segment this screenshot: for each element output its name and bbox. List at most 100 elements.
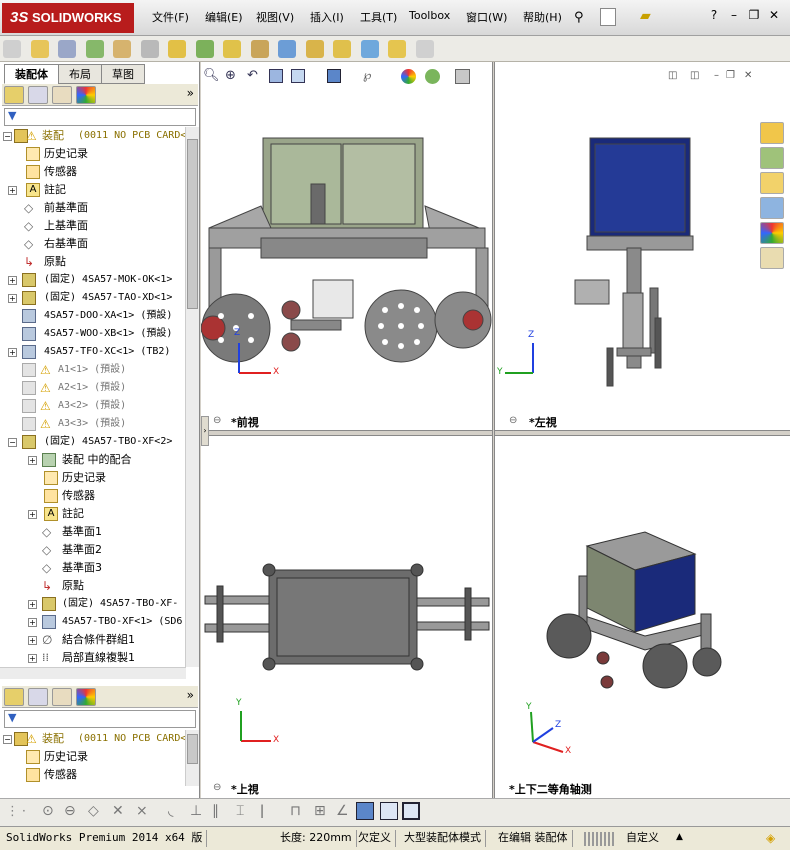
configuration-manager-icon[interactable]: [52, 86, 72, 104]
tree-item-annotations[interactable]: + A 註記: [0, 181, 186, 199]
appearances-icon[interactable]: [760, 222, 784, 244]
insert-component-icon[interactable]: [30, 40, 49, 58]
display-manager-icon[interactable]: [76, 86, 96, 104]
tree-item-history[interactable]: 历史记录: [0, 748, 186, 766]
menu-edit[interactable]: 编辑(E): [205, 9, 243, 25]
panel-expand-icon[interactable]: »: [187, 86, 194, 100]
viewport-top[interactable]: Y X ⊖ *上視: [201, 436, 492, 798]
tree-filter-lower[interactable]: ▼: [4, 710, 196, 728]
tab-layout[interactable]: 布局: [58, 64, 102, 84]
display-manager-icon[interactable]: [76, 688, 96, 706]
feature-manager-icon[interactable]: [4, 86, 24, 104]
view-settings-icon[interactable]: [455, 69, 470, 84]
section-view-icon[interactable]: [269, 69, 283, 83]
tree-item-plane[interactable]: ◇ 基準面3: [0, 559, 186, 577]
component-icon[interactable]: [3, 40, 21, 58]
viewport-link-icon[interactable]: ◫: [668, 70, 677, 81]
smart-fastener-icon[interactable]: [113, 40, 131, 58]
tree-scrollbar[interactable]: [185, 127, 199, 667]
explode-line-icon[interactable]: [333, 40, 351, 58]
menu-help[interactable]: 帮助(H): [523, 9, 562, 25]
pattern-icon[interactable]: [85, 40, 104, 58]
menu-tools[interactable]: 工具(T): [360, 9, 397, 25]
viewport-restore-icon[interactable]: ❐: [726, 70, 735, 81]
hole-alignment-icon[interactable]: [415, 40, 434, 58]
minimize-icon[interactable]: –: [724, 8, 744, 22]
tree-item-suppressed[interactable]: ⚠ A1<1> (預設): [0, 361, 186, 379]
tree-item-component[interactable]: + (固定) 4SA57-MOK-OK<1>: [0, 271, 186, 289]
tree-item-mates[interactable]: + 装配 中的配合: [0, 451, 186, 469]
tree-item-top-plane[interactable]: ◇ 上基準面: [0, 217, 186, 235]
restore-icon[interactable]: ❐: [744, 8, 764, 22]
new-motion-study-icon[interactable]: [250, 40, 269, 58]
viewport-horizontal-splitter[interactable]: [201, 430, 790, 436]
design-library-icon[interactable]: [760, 147, 784, 169]
tree-item-origin[interactable]: ↳ 原點: [0, 253, 186, 271]
configuration-manager-icon[interactable]: [52, 688, 72, 706]
scrollbar-thumb[interactable]: [187, 139, 198, 309]
tree-item-subassembly[interactable]: − (固定) 4SA57-TBO-XF<2>: [0, 433, 186, 451]
viewport-vertical-splitter[interactable]: [492, 62, 495, 798]
viewport-dimetric[interactable]: Y X Z *上下二等角轴测: [495, 436, 760, 798]
tree-item-component[interactable]: +4SA57-TBO-XF<1> (SD6: [0, 613, 186, 631]
edit-appearance-icon[interactable]: [401, 69, 416, 84]
new-document-icon[interactable]: [600, 8, 616, 26]
hide-show-icon[interactable]: ℘: [363, 68, 371, 82]
tree-item-component[interactable]: 4SA57-WOO-XB<1> (預設): [0, 325, 186, 343]
chevron-up-icon[interactable]: ▲: [676, 832, 683, 842]
tree-scrollbar-lower[interactable]: [185, 730, 199, 786]
move-component-icon[interactable]: [140, 40, 159, 58]
hidden-lines-icon[interactable]: [380, 802, 398, 820]
parallel-icon[interactable]: ∥: [212, 803, 219, 819]
panel-expand-icon[interactable]: »: [187, 688, 194, 702]
tree-item-right-plane[interactable]: ◇ 右基準面: [0, 235, 186, 253]
property-manager-icon[interactable]: [28, 86, 48, 104]
view-palette-icon[interactable]: [760, 197, 784, 219]
tab-assembly[interactable]: 装配体: [4, 64, 59, 84]
tree-item-history[interactable]: 历史记录: [0, 469, 186, 487]
circle-icon[interactable]: ⊙: [42, 803, 54, 819]
assembly-feature-icon[interactable]: [195, 40, 214, 58]
viewport-minimize-icon[interactable]: –: [714, 70, 719, 81]
point-icon[interactable]: ·: [22, 804, 26, 818]
tree-item-assembly[interactable]: − ⚠ 装配 (0011 NO PCB CARD<: [0, 730, 186, 748]
file-explorer-icon[interactable]: [760, 172, 784, 194]
midpoint-icon[interactable]: ⊖: [64, 803, 76, 819]
viewport-front[interactable]: Z X ⊖ *前視: [201, 88, 492, 430]
open-folder-icon[interactable]: ▰: [640, 8, 651, 24]
trim-icon[interactable]: ⨯: [136, 803, 148, 819]
tree-item-pattern[interactable]: + ⁞⁞ 局部直線複製1: [0, 649, 186, 667]
menu-view[interactable]: 视图(V): [256, 9, 294, 25]
menu-toolbox[interactable]: Toolbox: [409, 9, 450, 22]
tree-item-history[interactable]: 历史记录: [0, 145, 186, 163]
zoom-fit-icon[interactable]: 🔍︎: [203, 68, 220, 83]
reference-geometry-icon[interactable]: [223, 40, 241, 58]
tree-item-sensors[interactable]: 传感器: [0, 163, 186, 181]
panel-collapse-handle[interactable]: ›: [201, 416, 209, 446]
tree-filter[interactable]: ▼: [4, 108, 196, 126]
zoom-area-icon[interactable]: ⊕: [225, 68, 236, 83]
help-icon[interactable]: ?: [704, 8, 724, 22]
tree-item-front-plane[interactable]: ◇ 前基準面: [0, 199, 186, 217]
close-icon[interactable]: ✕: [764, 8, 784, 22]
viewport-close-icon[interactable]: ✕: [744, 70, 752, 81]
interference-icon[interactable]: [360, 40, 379, 58]
vertical-icon[interactable]: ǀ: [260, 803, 264, 819]
intersection-icon[interactable]: ✕: [112, 803, 124, 819]
scene-icon[interactable]: [425, 69, 440, 84]
home-icon[interactable]: [760, 122, 784, 144]
status-custom[interactable]: 自定义: [622, 830, 663, 847]
tree-item-mate-group[interactable]: + ∅ 結合條件群組1: [0, 631, 186, 649]
viewport-split-icon[interactable]: ◫: [690, 70, 699, 81]
grid-icon[interactable]: ⊞: [314, 803, 326, 819]
tree-item-component[interactable]: + (固定) 4SA57-TBO-XF-: [0, 595, 186, 613]
property-manager-icon[interactable]: [28, 688, 48, 706]
menu-insert[interactable]: 插入(I): [310, 9, 344, 25]
tree-item-origin[interactable]: ↳ 原點: [0, 577, 186, 595]
rebuild-tag-icon[interactable]: ◈: [766, 831, 775, 845]
tree-item-annotations[interactable]: + A 註記: [0, 505, 186, 523]
polygon-icon[interactable]: ◇: [88, 803, 99, 819]
menu-file[interactable]: 文件(F): [152, 9, 189, 25]
tree-hscrollbar[interactable]: [0, 667, 186, 679]
view-orientation-icon[interactable]: [291, 69, 305, 83]
